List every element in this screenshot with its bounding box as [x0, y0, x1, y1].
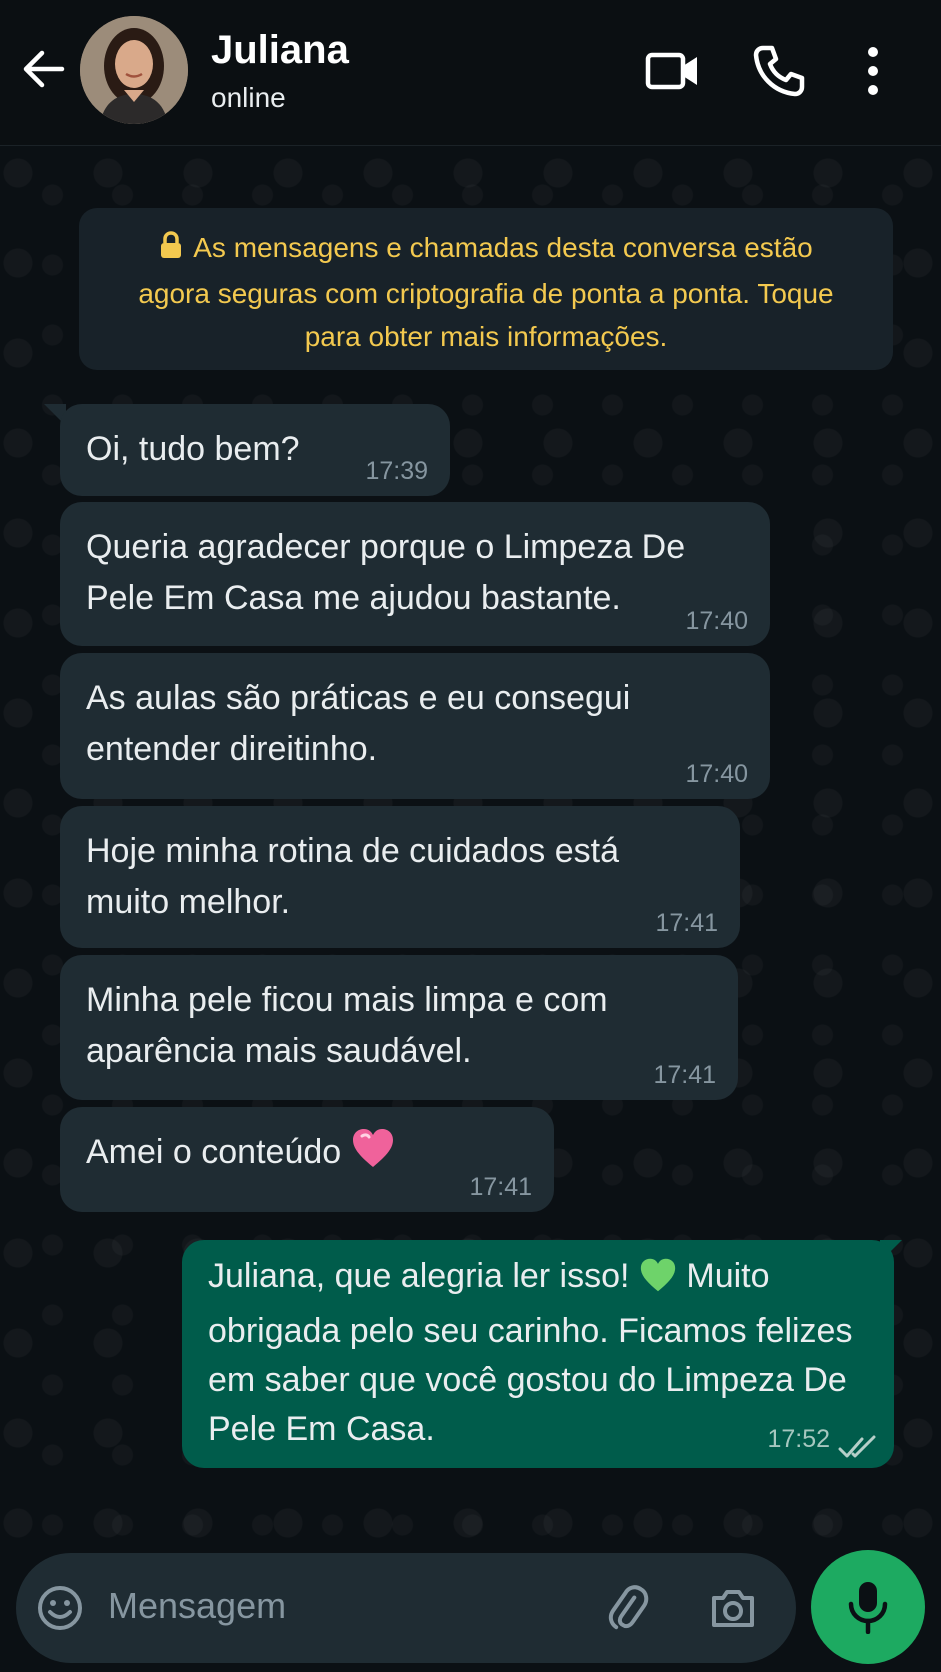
encryption-notice[interactable]: As mensagens e chamadas desta conversa e… [79, 208, 893, 370]
notice-line-3: para obter mais informações. [304, 321, 668, 352]
notice-line-2: agora seguras com criptografia de ponta … [138, 278, 834, 309]
message-time: 17:40 [685, 607, 748, 635]
read-receipt-icon [838, 1426, 878, 1458]
message-text: Amei o conteúdo [86, 1133, 342, 1171]
message-text: Muito [686, 1257, 770, 1295]
message-time: 17:40 [685, 760, 748, 788]
message-text: Hoje minha rotina de cuidados está [86, 832, 619, 870]
video-call-icon[interactable] [644, 42, 702, 100]
message-text: Juliana, que alegria ler isso! [208, 1257, 630, 1295]
phone-call-icon[interactable] [750, 42, 808, 100]
chat-header: Juliana online [0, 0, 941, 146]
message-time: 17:39 [365, 457, 428, 485]
message-incoming[interactable]: Queria agradecer porque o Limpeza De Pel… [60, 502, 770, 646]
message-text: Oi, tudo bem? [86, 430, 300, 468]
avatar[interactable] [80, 16, 188, 124]
camera-icon[interactable] [708, 1583, 758, 1633]
message-time: 17:41 [469, 1173, 532, 1201]
message-incoming[interactable]: As aulas são práticas e eu consegui ente… [60, 653, 770, 799]
more-options-icon[interactable] [858, 42, 916, 100]
microphone-button[interactable] [811, 1550, 925, 1664]
message-incoming[interactable]: Amei o conteúdo 17:41 [60, 1107, 554, 1212]
message-incoming[interactable]: Oi, tudo bem? 17:39 [60, 404, 450, 496]
microphone-icon [848, 1582, 888, 1634]
lock-icon [159, 229, 183, 272]
message-text: Pele Em Casa me ajudou bastante. [86, 579, 621, 617]
pink-heart-icon [351, 1127, 395, 1184]
message-text: em saber que você gostou do Limpeza De [208, 1361, 847, 1399]
contact-name[interactable]: Juliana [211, 28, 349, 73]
message-time: 17:52 [767, 1425, 830, 1453]
message-text: aparência mais saudável. [86, 1032, 472, 1070]
message-text: entender direitinho. [86, 730, 378, 768]
back-arrow-icon[interactable] [18, 44, 68, 94]
attach-icon[interactable] [602, 1583, 652, 1633]
emoji-icon[interactable] [36, 1584, 84, 1632]
message-input[interactable]: Mensagem [108, 1585, 286, 1627]
message-composer[interactable]: Mensagem [16, 1553, 796, 1663]
message-time: 17:41 [655, 909, 718, 937]
message-text: Pele Em Casa. [208, 1410, 435, 1448]
message-incoming[interactable]: Hoje minha rotina de cuidados está muito… [60, 806, 740, 948]
message-text: As aulas são práticas e eu consegui [86, 679, 631, 717]
notice-line-1: As mensagens e chamadas desta conversa e… [193, 232, 813, 263]
message-text: Queria agradecer porque o Limpeza De [86, 528, 686, 566]
message-time: 17:41 [653, 1061, 716, 1089]
message-outgoing[interactable]: Juliana, que alegria ler isso! Muito obr… [182, 1240, 894, 1468]
message-incoming[interactable]: Minha pele ficou mais limpa e com aparên… [60, 955, 738, 1100]
message-text: Minha pele ficou mais limpa e com [86, 981, 608, 1019]
message-text: obrigada pelo seu carinho. Ficamos feliz… [208, 1312, 853, 1350]
contact-status: online [211, 82, 286, 113]
message-text: muito melhor. [86, 883, 291, 921]
green-heart-icon [639, 1257, 677, 1307]
